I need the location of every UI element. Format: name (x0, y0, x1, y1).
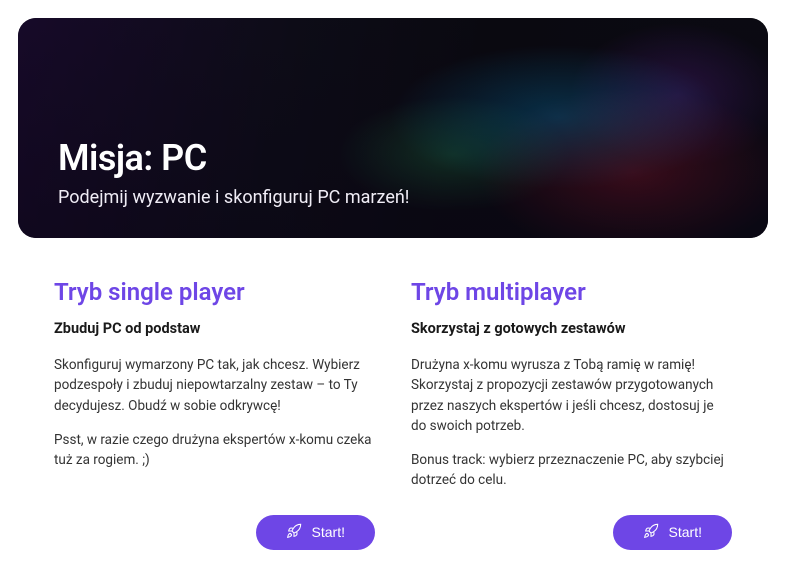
rocket-icon (643, 523, 659, 542)
mode-single-player: Tryb single player Zbuduj PC od podstaw … (54, 278, 375, 550)
mode-multiplayer: Tryb multiplayer Skorzystaj z gotowych z… (411, 278, 732, 550)
hero-banner: Misja: PC Podejmij wyzwanie i skonfiguru… (18, 18, 768, 238)
start-button-multi-label: Start! (669, 524, 702, 540)
start-button-single-label: Start! (312, 524, 345, 540)
mode-single-body: Skonfiguruj wymarzony PC tak, jak chcesz… (54, 355, 375, 505)
start-button-single[interactable]: Start! (256, 515, 375, 550)
start-button-multi[interactable]: Start! (613, 515, 732, 550)
mode-single-p2: Psst, w razie czego drużyna ekspertów x-… (54, 430, 375, 471)
hero-subtitle: Podejmij wyzwanie i skonfiguruj PC marze… (58, 187, 409, 208)
mode-multi-subtitle: Skorzystaj z gotowych zestawów (411, 320, 732, 337)
rocket-icon (286, 523, 302, 542)
mode-multi-body: Drużyna x-komu wyrusza z Tobą ramię w ra… (411, 355, 732, 505)
mode-multi-p1: Drużyna x-komu wyrusza z Tobą ramię w ra… (411, 355, 732, 436)
hero-title: Misja: PC (58, 137, 409, 179)
mode-single-subtitle: Zbuduj PC od podstaw (54, 320, 375, 337)
mode-single-p1: Skonfiguruj wymarzony PC tak, jak chcesz… (54, 355, 375, 416)
mode-multi-p2: Bonus track: wybierz przeznaczenie PC, a… (411, 450, 732, 491)
mode-single-title: Tryb single player (54, 278, 375, 306)
mode-multi-title: Tryb multiplayer (411, 278, 732, 306)
